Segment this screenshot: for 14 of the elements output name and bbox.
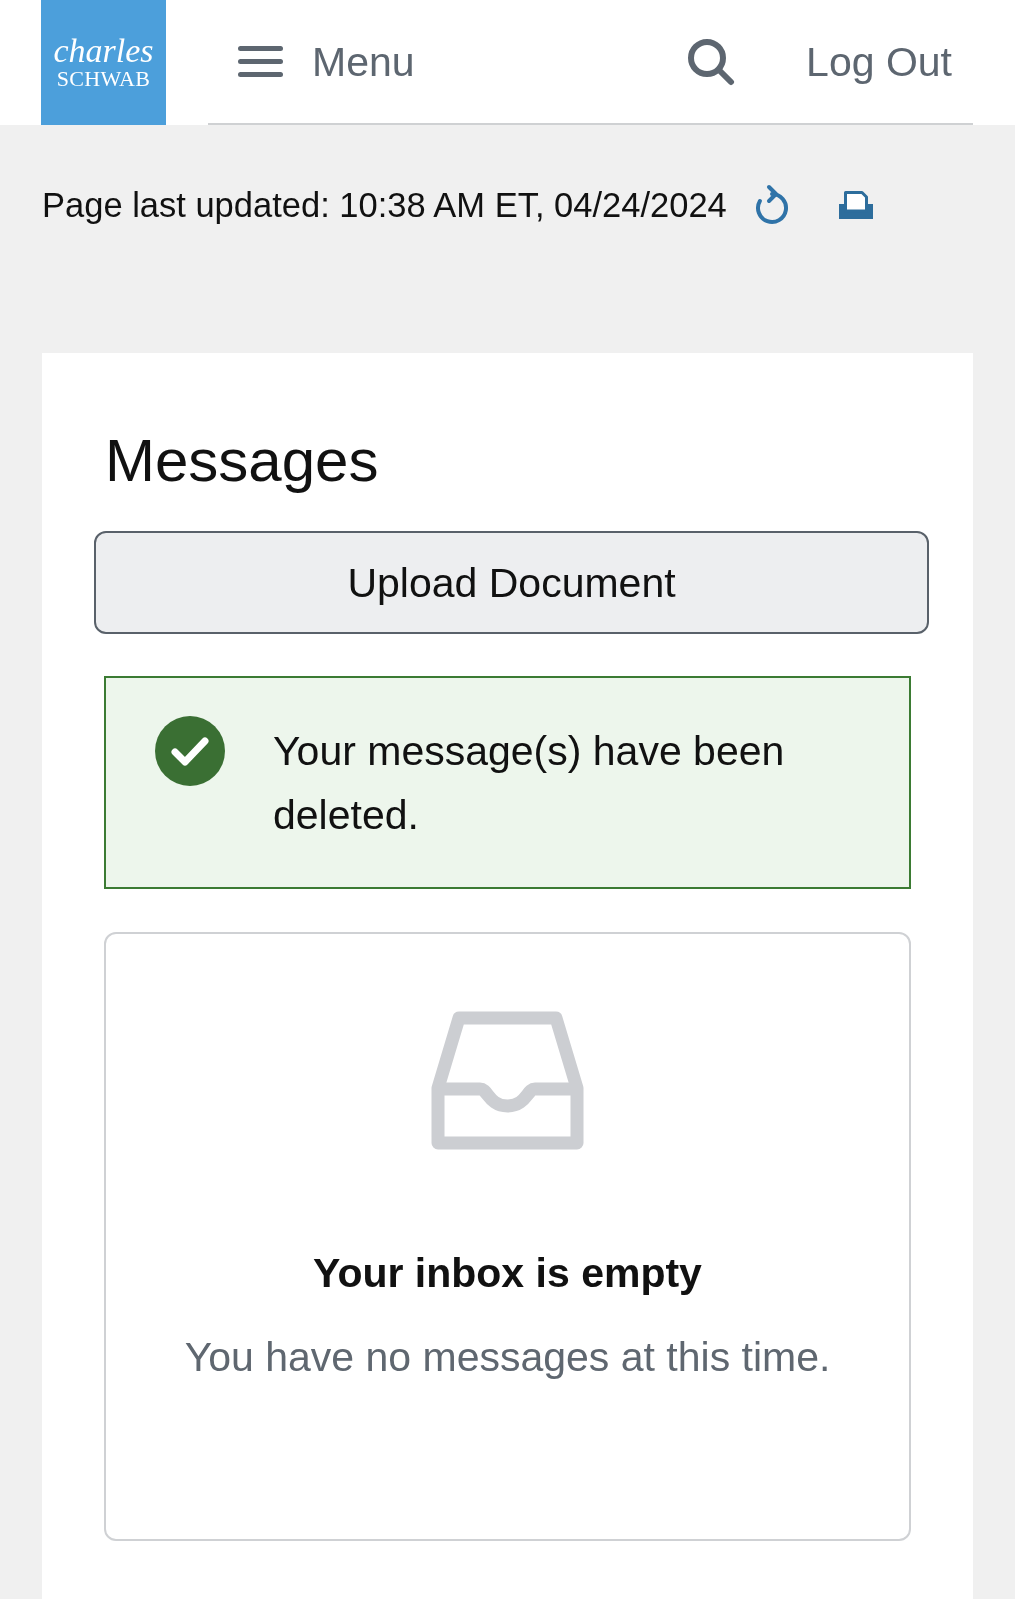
- inbox-tray-icon: [431, 1010, 584, 1150]
- empty-title: Your inbox is empty: [313, 1249, 702, 1298]
- upload-button[interactable]: Upload Document: [94, 531, 929, 634]
- page-title: Messages: [105, 426, 380, 496]
- printer-icon[interactable]: [838, 191, 873, 219]
- search-icon[interactable]: [687, 37, 736, 86]
- logout-link[interactable]: Log Out: [806, 37, 952, 86]
- alert-message: Your message(s) have been deleted.: [273, 727, 786, 840]
- check-circle-icon: [155, 716, 225, 786]
- menu-button[interactable]: Menu: [238, 37, 415, 86]
- menu-icon: [238, 46, 283, 77]
- refresh-icon[interactable]: [753, 184, 790, 226]
- empty-message: You have no messages at this time.: [184, 1333, 831, 1382]
- last-updated-text: Page last updated: 10:38 AM ET, 04/24/2024: [42, 185, 727, 225]
